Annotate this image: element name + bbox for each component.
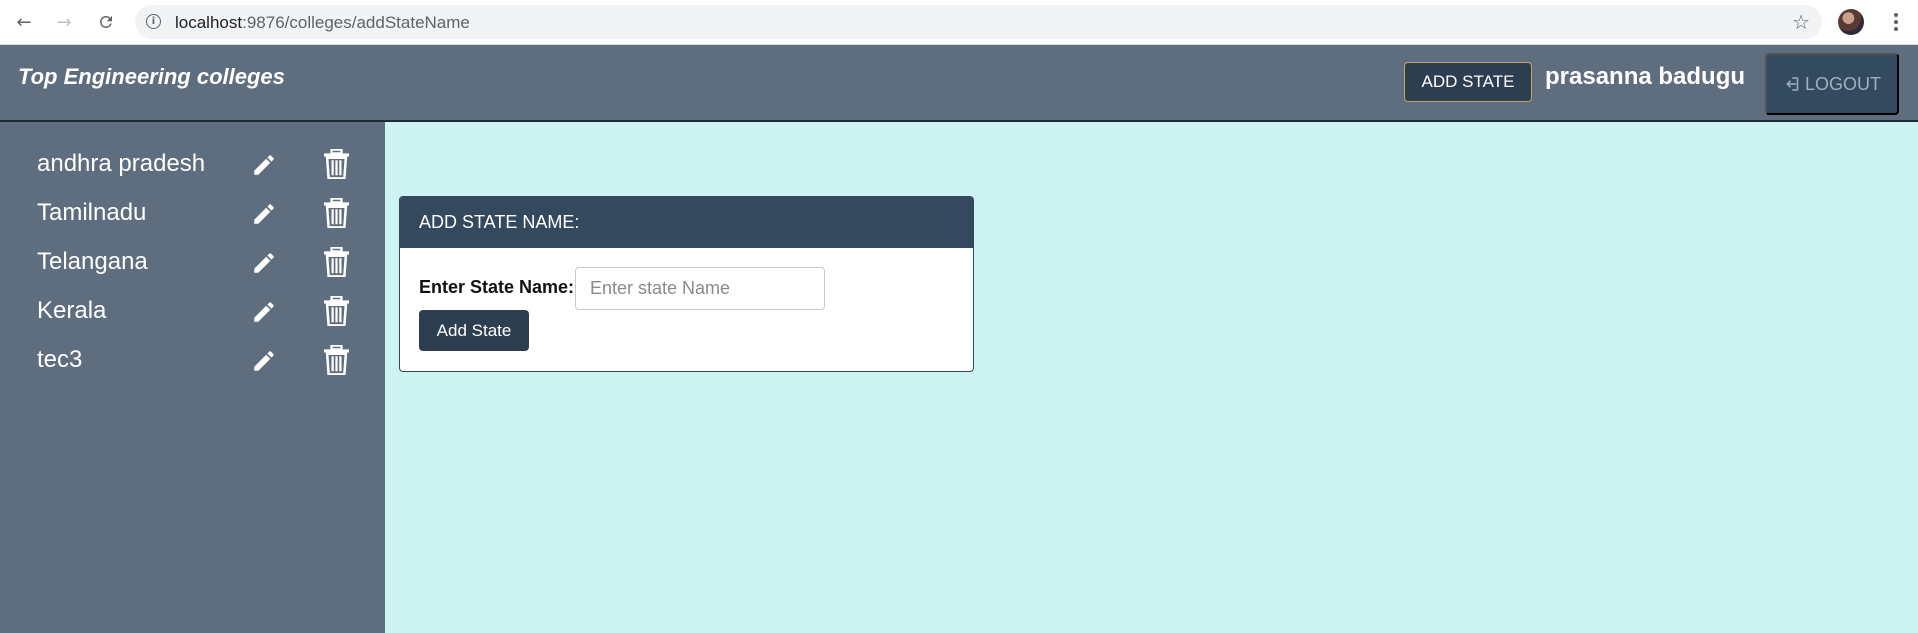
- address-bar[interactable]: i localhost:9876/colleges/addStateName ☆: [135, 5, 1822, 39]
- sidebar-item-andhra-pradesh: andhra pradesh: [0, 146, 385, 195]
- username: prasanna badugu: [1545, 63, 1746, 90]
- pencil-icon[interactable]: [251, 201, 277, 227]
- menu-dots-icon[interactable]: [1884, 9, 1908, 35]
- panel-title: ADD STATE NAME:: [400, 197, 973, 248]
- add-state-button[interactable]: ADD STATE: [1404, 62, 1532, 102]
- add-state-submit-button[interactable]: Add State: [419, 310, 529, 351]
- brand-title[interactable]: Top Engineering colleges: [18, 64, 285, 90]
- url-path: :9876/colleges/addStateName: [242, 13, 470, 32]
- browser-toolbar: ← → i localhost:9876/colleges/addStateNa…: [0, 0, 1918, 45]
- sidebar: andhra pradesh Tamilnadu Telangana Keral…: [0, 122, 385, 633]
- pencil-icon[interactable]: [251, 152, 277, 178]
- logout-label: LOGOUT: [1804, 73, 1881, 94]
- main-content: ADD STATE NAME: Enter State Name: Add St…: [385, 122, 1918, 633]
- trash-icon[interactable]: [324, 149, 349, 179]
- state-name-label: Enter State Name:: [419, 277, 575, 297]
- star-icon[interactable]: ☆: [1792, 10, 1810, 34]
- trash-icon[interactable]: [324, 247, 349, 277]
- trash-icon[interactable]: [324, 345, 349, 375]
- add-state-panel: ADD STATE NAME: Enter State Name: Add St…: [399, 196, 974, 372]
- sidebar-item-kerala: Kerala: [0, 293, 385, 342]
- avatar[interactable]: [1838, 9, 1864, 35]
- sidebar-item-label[interactable]: andhra pradesh: [37, 150, 205, 178]
- sidebar-item-telangana: Telangana: [0, 244, 385, 293]
- trash-icon[interactable]: [324, 198, 349, 228]
- logout-button[interactable]: LOGOUT: [1765, 53, 1899, 115]
- login-icon: [1786, 77, 1799, 91]
- reload-icon[interactable]: [94, 10, 118, 34]
- back-icon[interactable]: ←: [12, 10, 36, 34]
- info-icon[interactable]: i: [146, 14, 161, 29]
- pencil-icon[interactable]: [251, 348, 277, 374]
- url-text[interactable]: localhost:9876/colleges/addStateName: [175, 13, 470, 33]
- sidebar-item-label[interactable]: tec3: [37, 346, 82, 374]
- sidebar-item-label[interactable]: Telangana: [37, 248, 148, 276]
- pencil-icon[interactable]: [251, 299, 277, 325]
- sidebar-item-label[interactable]: Kerala: [37, 297, 106, 325]
- sidebar-item-label[interactable]: Tamilnadu: [37, 199, 146, 227]
- app-header: Top Engineering colleges ADD STATE prasa…: [0, 45, 1918, 122]
- trash-icon[interactable]: [324, 296, 349, 326]
- state-name-input[interactable]: [575, 267, 825, 310]
- sidebar-item-tec3: tec3: [0, 342, 385, 391]
- pencil-icon[interactable]: [251, 250, 277, 276]
- sidebar-item-tamilnadu: Tamilnadu: [0, 195, 385, 244]
- forward-icon[interactable]: →: [52, 10, 76, 34]
- url-host: localhost: [175, 13, 243, 32]
